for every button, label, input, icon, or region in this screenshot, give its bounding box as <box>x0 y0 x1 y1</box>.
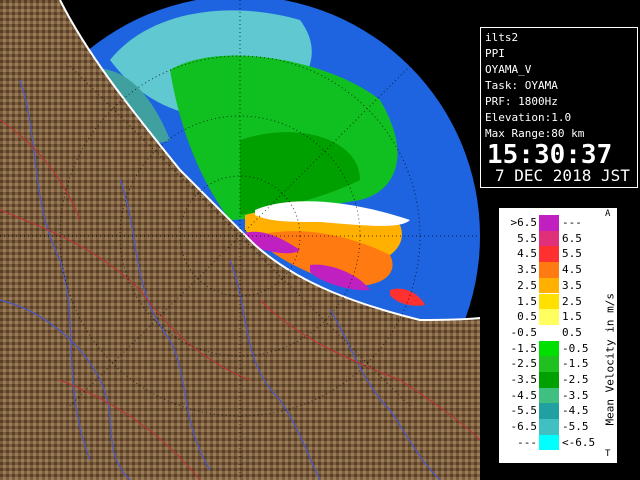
legend-row-low: -3.5 <box>510 373 538 386</box>
prf-label: PRF: 1800Hz <box>485 95 558 108</box>
legend-row-low: -6.5 <box>510 420 538 434</box>
legend-row-low: -1.5 <box>510 341 538 355</box>
product-label: PPI <box>485 47 505 60</box>
legend-swatch <box>539 403 559 420</box>
legend-row-high: 1.5 <box>562 310 582 324</box>
legend-row-high: -4.5 <box>562 404 589 418</box>
legend-row-low: 1.5 <box>517 294 537 308</box>
task-label: Task: OYAMA <box>485 79 558 92</box>
legend-row-high: <-6.5 <box>562 435 596 449</box>
legend-swatch <box>539 434 559 451</box>
legend-row: 3.5 4.5 <box>500 262 600 278</box>
legend-swatch <box>539 309 559 325</box>
legend-row-low: -2.5 <box>510 357 538 371</box>
legend-unit-label: Mean Velocity in m/s <box>603 293 617 426</box>
legend-row-low: 4.5 <box>517 247 537 261</box>
legend-row-high: 4.5 <box>562 263 582 277</box>
legend-swatch <box>539 293 559 310</box>
legend-swatch <box>539 246 559 263</box>
legend-row: 4.5 5.5 <box>500 246 600 263</box>
time-display: 15:30:37 <box>487 140 613 170</box>
legend-row-high: -5.5 <box>562 420 589 434</box>
date-display: 7 DEC 2018 JST <box>495 166 630 185</box>
velocity-legend: >6.5 --- 5.5 6.5 4.5 5.5 3.5 4.5 2.5 3.5 1.5 2.5 0.5… <box>499 208 617 463</box>
legend-swatch <box>539 215 559 231</box>
legend-row: -3.5 -2.5 <box>500 372 600 388</box>
legend-row-low: -4.5 <box>510 388 538 402</box>
legend-row: 1.5 2.5 <box>500 293 600 310</box>
legend-row: --- <-6.5 <box>500 434 600 451</box>
radar-name-label: OYAMA_V <box>485 63 532 76</box>
legend-row-high: 6.5 <box>562 231 582 245</box>
legend-row-high: -3.5 <box>562 388 589 402</box>
legend-row: -0.5 0.5 <box>500 324 600 341</box>
legend-row-low: -0.5 <box>510 325 538 339</box>
legend-row: -4.5 -3.5 <box>500 387 600 404</box>
legend-row-low: 3.5 <box>517 263 537 277</box>
legend-row: -2.5 -1.5 <box>500 356 600 372</box>
elevation-label: Elevation:1.0 <box>485 111 572 124</box>
legend-swatch <box>539 230 559 247</box>
legend-swatch <box>539 324 559 341</box>
info-box: ilts2 PPI OYAMA_V Task: OYAMA PRF: 1800H… <box>480 27 638 188</box>
legend-row-low: 5.5 <box>517 231 537 245</box>
legend-swatch <box>539 277 559 294</box>
legend-swatch <box>539 372 559 388</box>
legend-row-high: 0.5 <box>562 325 582 339</box>
legend-row-low: -5.5 <box>510 404 538 418</box>
legend-swatch <box>539 262 559 278</box>
legend-swatch <box>539 419 559 435</box>
max-range-label: Max Range:80 km <box>485 127 585 140</box>
legend-row-low: >6.5 <box>510 216 538 229</box>
legend-row-high: -0.5 <box>562 341 589 355</box>
legend-row-high: 3.5 <box>562 278 582 292</box>
legend-row-low: 0.5 <box>517 310 537 324</box>
legend-row: -5.5 -4.5 <box>500 403 600 420</box>
site-label: ilts2 <box>485 31 519 44</box>
legend-unit: Mean Velocity in m/s <box>600 209 617 464</box>
legend-row-high: -1.5 <box>562 357 589 371</box>
legend-swatch <box>539 340 559 357</box>
legend-row-high: --- <box>562 216 582 229</box>
legend-row: -6.5 -5.5 <box>500 419 600 435</box>
legend-row-high: 2.5 <box>562 294 582 308</box>
legend-swatch <box>539 356 559 372</box>
legend-row: 2.5 3.5 <box>500 277 600 294</box>
legend-row-low: --- <box>517 435 537 449</box>
legend-row: 0.5 1.5 <box>500 309 600 325</box>
legend-row: >6.5 --- <box>500 215 600 231</box>
legend-row: -1.5 -0.5 <box>500 340 600 357</box>
legend-swatch <box>539 387 559 404</box>
legend-row-high: 5.5 <box>562 247 582 261</box>
legend-row-high: -2.5 <box>562 373 589 386</box>
legend-row: 5.5 6.5 <box>500 230 600 247</box>
legend-row-low: 2.5 <box>517 278 537 292</box>
